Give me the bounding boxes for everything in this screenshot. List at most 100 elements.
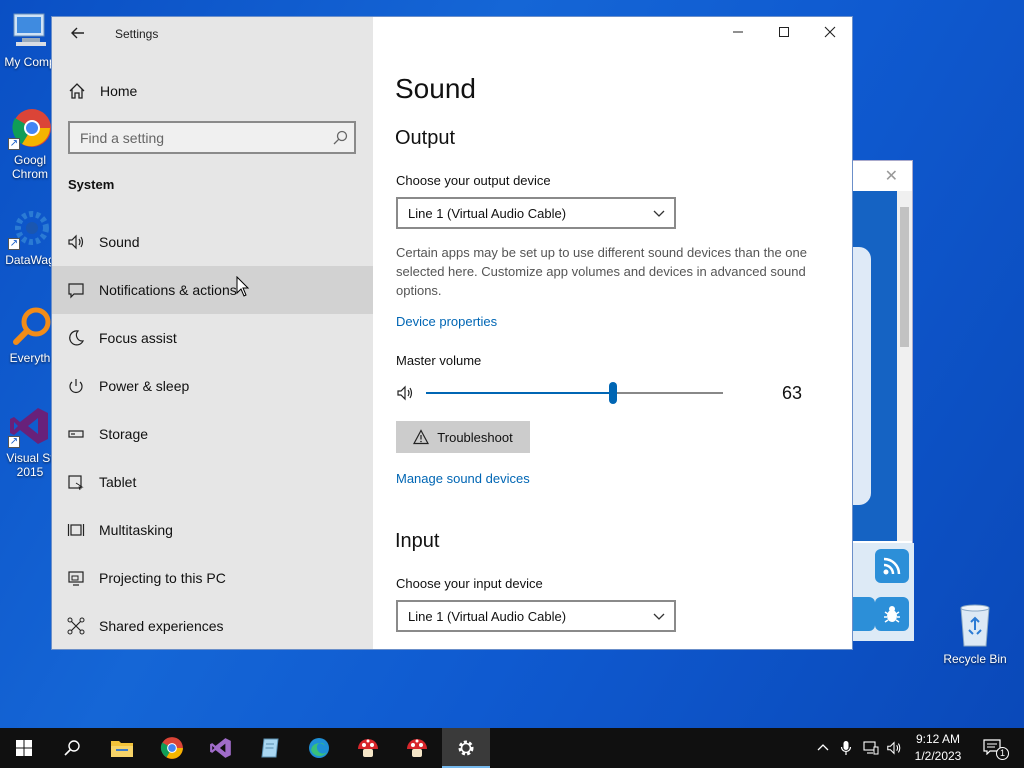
- chrome-icon: [160, 737, 183, 759]
- search-input[interactable]: Find a setting: [68, 121, 356, 154]
- manage-sound-devices-link[interactable]: Manage sound devices: [396, 471, 530, 486]
- tray-microphone[interactable]: [836, 728, 856, 768]
- speaker-icon[interactable]: [396, 384, 414, 407]
- output-device-dropdown[interactable]: Line 1 (Virtual Audio Cable): [396, 197, 676, 229]
- folder-icon: [111, 741, 133, 757]
- nav-item-label: Storage: [99, 426, 149, 442]
- nav-item-label: Projecting to this PC: [99, 570, 226, 586]
- taskbar-app-mushroom-2[interactable]: [393, 728, 441, 768]
- recycle-bin-icon: [953, 600, 997, 648]
- chevron-up-icon: [817, 744, 829, 751]
- tray-volume[interactable]: [884, 728, 904, 768]
- network-icon: [863, 741, 879, 755]
- tray-network[interactable]: [860, 728, 882, 768]
- multitasking-icon: [67, 521, 85, 539]
- background-app-window[interactable]: ✕: [841, 160, 914, 641]
- output-device-label: Choose your output device: [396, 173, 551, 188]
- sound-settings-page: Sound Output Choose your output device L…: [373, 17, 852, 649]
- home-icon: [68, 82, 86, 100]
- shortcut-arrow-icon: ↗: [8, 238, 20, 250]
- projecting-icon: [67, 569, 85, 587]
- device-properties-link[interactable]: Device properties: [396, 314, 497, 329]
- volume-slider[interactable]: [426, 382, 723, 404]
- nav-item-storage[interactable]: Storage: [52, 410, 373, 458]
- scrollbar[interactable]: [897, 191, 912, 541]
- background-window-titlebar[interactable]: ✕: [853, 161, 912, 189]
- close-icon[interactable]: ✕: [885, 166, 898, 186]
- page-title: Sound: [395, 73, 476, 104]
- taskbar-app-notepad[interactable]: [246, 728, 294, 768]
- desktop-icon-label: Googl Chrom: [11, 153, 48, 181]
- desktop-icon-label: Everyth: [9, 351, 51, 365]
- search-icon: [64, 740, 80, 756]
- desktop-icon-recycle-bin[interactable]: Recycle Bin: [940, 600, 1010, 666]
- background-window-card: [853, 247, 871, 505]
- nav-item-power-sleep[interactable]: Power & sleep: [52, 362, 373, 410]
- nav-item-label: Multitasking: [99, 522, 173, 538]
- power-icon: [67, 377, 85, 395]
- input-heading: Input: [395, 530, 440, 552]
- window-title: Settings: [115, 27, 159, 41]
- taskbar: 9:12 AM 1/2/2023 1: [0, 728, 1024, 768]
- back-arrow-icon[interactable]: [68, 25, 88, 45]
- maximize-icon: [779, 27, 789, 37]
- nav-item-shared-experiences[interactable]: Shared experiences: [52, 602, 373, 649]
- taskbar-settings[interactable]: [442, 728, 490, 768]
- nav-item-tablet[interactable]: Tablet: [52, 458, 373, 506]
- nav-item-sound[interactable]: Sound: [52, 218, 373, 266]
- recycle-bin-label: Recycle Bin: [943, 652, 1007, 666]
- chrome-icon: ↗: [8, 106, 52, 150]
- taskbar-edge[interactable]: [295, 728, 343, 768]
- bug-icon[interactable]: [875, 597, 909, 631]
- taskbar-clock[interactable]: 9:12 AM 1/2/2023: [902, 731, 974, 765]
- input-device-value: Line 1 (Virtual Audio Cable): [408, 608, 567, 624]
- desktop-icon-label: DataWag: [5, 253, 55, 267]
- minimize-icon: [733, 31, 743, 33]
- input-device-label: Choose your input device: [396, 576, 543, 591]
- background-window-content: [853, 191, 897, 541]
- taskbar-chrome[interactable]: [148, 728, 196, 768]
- close-button[interactable]: [807, 17, 852, 49]
- everything-search-icon: [8, 304, 52, 348]
- nav-item-focus-assist[interactable]: Focus assist: [52, 314, 373, 362]
- maximize-button[interactable]: [761, 17, 807, 49]
- output-description: Certain apps may be set up to use differ…: [396, 245, 807, 298]
- minimize-button[interactable]: [715, 17, 761, 49]
- storage-icon: [67, 425, 85, 443]
- nav-item-multitasking[interactable]: Multitasking: [52, 506, 373, 554]
- chevron-down-icon: [652, 609, 666, 623]
- nav-home[interactable]: Home: [52, 77, 373, 105]
- taskbar-visual-studio[interactable]: [197, 728, 245, 768]
- nav-item-notifications[interactable]: Notifications & actions: [52, 266, 373, 314]
- input-device-dropdown[interactable]: Line 1 (Virtual Audio Cable): [396, 600, 676, 632]
- volume-slider-thumb[interactable]: [609, 382, 618, 404]
- notification-count-badge: 1: [996, 747, 1009, 760]
- nav-item-label: Focus assist: [99, 330, 177, 346]
- troubleshoot-label: Troubleshoot: [437, 429, 513, 445]
- rss-icon[interactable]: [875, 549, 909, 583]
- show-hidden-icons-button[interactable]: [812, 728, 834, 768]
- output-heading: Output: [395, 127, 456, 149]
- taskbar-search-button[interactable]: [48, 728, 96, 768]
- datawagon-icon: ↗: [8, 206, 52, 250]
- chevron-down-icon: [652, 206, 666, 220]
- clock-date: 1/2/2023: [914, 749, 962, 763]
- volume-value: 63: [782, 383, 803, 403]
- nav-item-label: Notifications & actions: [99, 282, 237, 298]
- settings-window[interactable]: Settings Home Find a setting System Soun…: [51, 16, 853, 650]
- gear-icon: [458, 740, 474, 756]
- visual-studio-icon: ↗: [8, 404, 52, 448]
- taskbar-app-mushroom-1[interactable]: [344, 728, 392, 768]
- scrollbar-thumb[interactable]: [900, 207, 909, 347]
- mushroom-icon: [358, 739, 378, 757]
- search-icon[interactable]: [332, 130, 348, 146]
- start-button[interactable]: [0, 728, 48, 768]
- nav-item-projecting[interactable]: Projecting to this PC: [52, 554, 373, 602]
- taskbar-file-explorer[interactable]: [98, 728, 146, 768]
- notification-icon: [67, 281, 85, 299]
- visual-studio-icon: [210, 738, 231, 758]
- shortcut-arrow-icon: ↗: [8, 138, 20, 150]
- troubleshoot-button[interactable]: Troubleshoot: [396, 421, 530, 453]
- action-center-button[interactable]: 1: [978, 728, 1009, 768]
- nav-item-label: Shared experiences: [99, 618, 224, 634]
